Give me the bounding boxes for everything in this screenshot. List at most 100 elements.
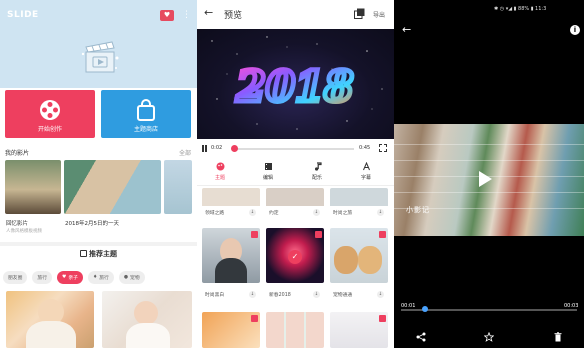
- section-divider: [0, 242, 197, 246]
- preview-toolbar: ← 预览 导出: [197, 0, 394, 27]
- time-total: 0:45: [359, 145, 371, 151]
- film-title: 回忆影片: [6, 221, 29, 227]
- chip-travel[interactable]: 旅行: [32, 271, 53, 284]
- theme-name: 新春2018: [269, 292, 291, 298]
- more-options-icon[interactable]: ⋮: [182, 9, 191, 22]
- pause-icon[interactable]: [202, 145, 207, 152]
- music-note-icon: [314, 162, 322, 171]
- theme-category-chips: 朋友圈 旅行 ♥ 亲子 ♦ 旅行 ● 宠物: [3, 271, 195, 285]
- selected-check-icon: ✓: [288, 250, 302, 264]
- chip-label: 朋友圈: [8, 276, 23, 281]
- recommend-header: 推荐主题: [0, 249, 197, 259]
- blind-line: [394, 144, 584, 145]
- film-thumbnail[interactable]: [64, 160, 161, 214]
- edit-tabs: 主题 编辑 配乐 字幕: [197, 158, 394, 186]
- home-header: SLIDE ♥ ⋮: [0, 0, 197, 88]
- theme-name: 时尚黑白: [205, 292, 225, 298]
- chip-label: 亲子: [68, 276, 78, 281]
- theme-preview-card[interactable]: [6, 291, 94, 348]
- recommend-title: 推荐主题: [89, 250, 117, 258]
- start-create-label: 开始创作: [37, 126, 62, 133]
- trash-icon[interactable]: [551, 330, 565, 344]
- blind-line: [394, 192, 584, 193]
- shopping-bag-icon: [132, 98, 160, 122]
- export-button[interactable]: 导出: [373, 10, 385, 19]
- video-watermark: 小影记: [406, 206, 430, 214]
- download-icon[interactable]: ↓: [249, 209, 256, 216]
- theme-name: 约定: [269, 210, 279, 216]
- start-create-button[interactable]: 开始创作: [5, 90, 95, 138]
- film-thumbnail[interactable]: [164, 160, 192, 214]
- home-screen: SLIDE ♥ ⋮ 开始创作 主题商店 我的影片 全部 回忆影片 人像风格模板视…: [0, 0, 197, 348]
- film-title: 2018年2月5日的一天: [65, 221, 119, 227]
- info-icon[interactable]: i: [570, 25, 580, 35]
- video-preview[interactable]: 2018 小影记: [197, 29, 394, 161]
- back-arrow-icon[interactable]: ←: [402, 24, 411, 36]
- film-icon: [264, 163, 272, 170]
- video-frame: 2018: [211, 36, 383, 130]
- puppy-photo: [358, 246, 382, 274]
- chip-pets[interactable]: ● 宠物: [118, 271, 145, 284]
- blind-line: [394, 160, 584, 161]
- tab-label: 字幕: [360, 175, 371, 181]
- tab-subtitle[interactable]: 字幕: [346, 162, 386, 181]
- download-icon[interactable]: ↓: [313, 209, 320, 216]
- film-subtitle: 人像风格模板视频: [6, 229, 42, 234]
- seek-handle[interactable]: [231, 145, 238, 152]
- chip-moments[interactable]: 朋友圈: [3, 271, 28, 284]
- time-current: 0:02: [211, 145, 223, 151]
- app-logo: SLIDE: [7, 10, 39, 20]
- share-icon[interactable]: [414, 330, 428, 344]
- theme-store-button[interactable]: 主题商店: [101, 90, 191, 138]
- tab-theme[interactable]: 主题: [200, 162, 240, 181]
- film-thumbnail[interactable]: [5, 160, 61, 214]
- trophy-icon: ♦: [92, 275, 98, 280]
- baby-photo-body: [126, 323, 170, 348]
- tab-label: 配乐: [311, 175, 322, 181]
- lock-badge-icon: [379, 315, 386, 322]
- chip-family[interactable]: ♥ 亲子: [57, 271, 83, 284]
- clapperboard-icon: [81, 41, 119, 73]
- download-icon[interactable]: ↓: [313, 291, 320, 298]
- theme-name: 领域之路: [205, 210, 225, 216]
- download-icon[interactable]: ↓: [377, 209, 384, 216]
- fullscreen-icon[interactable]: [379, 144, 387, 152]
- theme-list-icon: [80, 250, 87, 257]
- seek-bar[interactable]: [233, 148, 354, 150]
- screens-root: SLIDE ♥ ⋮ 开始创作 主题商店 我的影片 全部 回忆影片 人像风格模板视…: [0, 0, 584, 348]
- download-icon[interactable]: ↓: [249, 291, 256, 298]
- theme-card[interactable]: [266, 312, 324, 348]
- player-screen: ✱ ◷ ▾◢ ▮ 88% ▮ 11:3 ← i 小影记 00:01 00:03: [394, 0, 584, 348]
- theme-name: 时尚之旅: [333, 210, 353, 216]
- chip-travel-2[interactable]: ♦ 旅行: [87, 271, 114, 284]
- tab-music[interactable]: 配乐: [297, 162, 337, 181]
- my-films-header: 我的影片 全部: [5, 146, 191, 158]
- theme-preview-card[interactable]: [102, 291, 192, 348]
- theme-name: 宠物通通: [333, 292, 353, 298]
- chip-label: 旅行: [99, 276, 109, 281]
- star-icon[interactable]: [482, 330, 496, 344]
- heart-icon: ♥: [62, 275, 67, 280]
- my-films-more-link[interactable]: 全部: [179, 148, 191, 157]
- lock-badge-icon: [315, 231, 322, 238]
- page-title: 预览: [224, 11, 243, 21]
- lock-badge-icon: [379, 231, 386, 238]
- vip-badge-icon[interactable]: ♥: [160, 10, 174, 21]
- portrait-photo-body: [215, 258, 247, 283]
- text-icon: [362, 162, 370, 171]
- lock-badge-icon: [251, 315, 258, 322]
- video-title-text: 2018: [236, 62, 354, 111]
- baby-photo-body: [26, 321, 76, 348]
- baby-photo: [134, 301, 158, 325]
- back-arrow-icon[interactable]: ←: [204, 7, 213, 19]
- tab-label: 编辑: [262, 175, 273, 181]
- download-icon[interactable]: ↓: [377, 291, 384, 298]
- paw-icon: ●: [123, 275, 129, 280]
- layers-icon[interactable]: [354, 8, 365, 19]
- my-films-title: 我的影片: [5, 149, 30, 157]
- tab-label: 主题: [214, 175, 225, 181]
- tab-edit[interactable]: 编辑: [248, 162, 288, 181]
- seek-handle[interactable]: [422, 306, 428, 312]
- play-icon[interactable]: [479, 171, 492, 187]
- puppy-photo: [334, 246, 358, 274]
